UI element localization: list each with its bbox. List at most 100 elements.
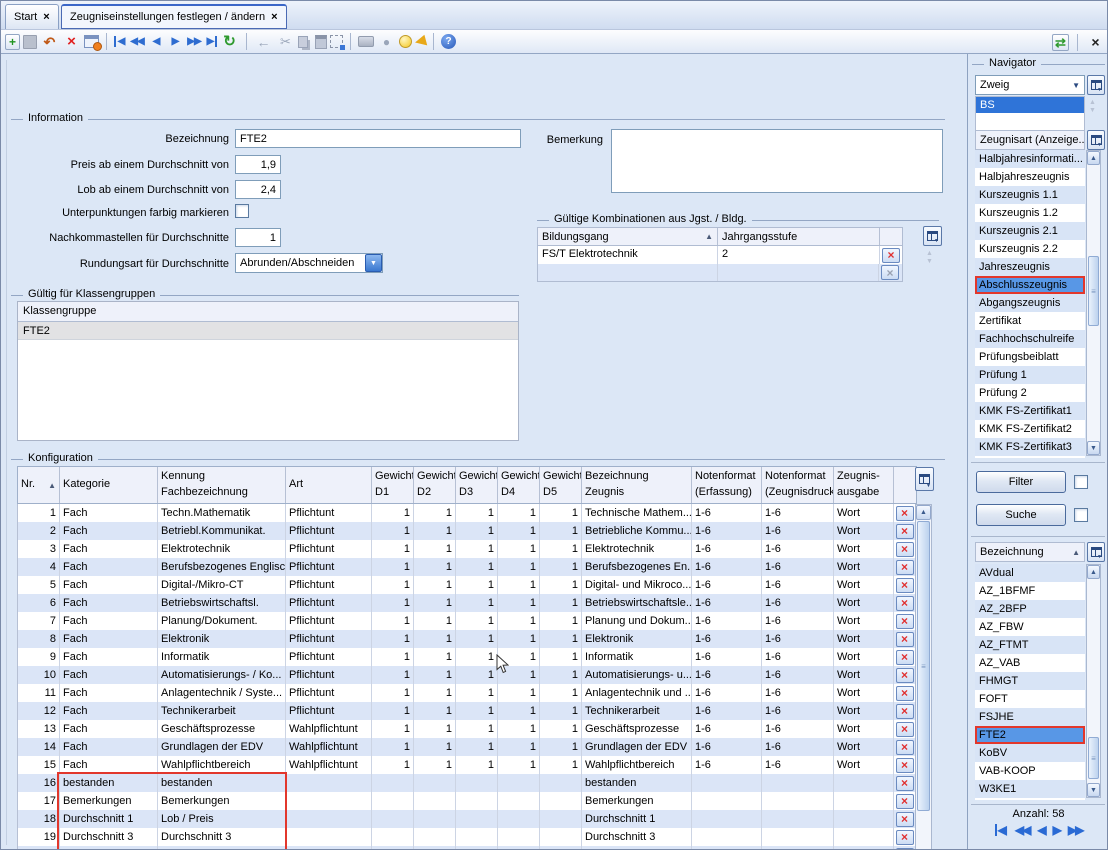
- kombinationen-scrollbar[interactable]: ▲▼: [926, 250, 933, 265]
- delete-row-button[interactable]: ×: [896, 794, 914, 809]
- column-header-bildungsgang[interactable]: Bildungsgang▲: [538, 228, 718, 245]
- scrollbar-thumb[interactable]: ≡: [1088, 256, 1099, 326]
- tab-start[interactable]: Start ×: [5, 4, 59, 29]
- scrollbar-thumb[interactable]: ≡: [917, 521, 930, 811]
- nav-last-icon[interactable]: ▶: [205, 36, 217, 47]
- konfiguration-row[interactable]: 14FachGrundlagen der EDVWahlpflichtunt11…: [18, 738, 916, 756]
- notify-icon[interactable]: [414, 35, 427, 48]
- scroll-down-button[interactable]: ▼: [1087, 441, 1100, 455]
- konfiguration-row[interactable]: 3FachElektrotechnikPflichtunt11111Elektr…: [18, 540, 916, 558]
- konfiguration-column-header[interactable]: Nr.▲: [18, 467, 60, 503]
- bezeichnung-list-header[interactable]: Bezeichnung ▲: [975, 542, 1085, 562]
- delete-row-button[interactable]: ×: [896, 614, 914, 629]
- delete-row-button[interactable]: ×: [896, 740, 914, 755]
- zweig-item-selected[interactable]: BS: [976, 97, 1084, 113]
- zeugnisart-item[interactable]: KMK FS-Zertifikat1: [975, 402, 1085, 420]
- nav-next-fast-icon[interactable]: ▶▶: [186, 33, 202, 51]
- bezeichnung-item[interactable]: W3KE1: [975, 780, 1085, 798]
- delete-record-icon[interactable]: ×: [62, 33, 81, 51]
- scroll-up-button[interactable]: ▲: [1087, 151, 1100, 165]
- zeugnisart-item[interactable]: Prüfung 2: [975, 384, 1085, 402]
- column-header-jahrgangsstufe[interactable]: Jahrgangsstufe: [718, 228, 880, 245]
- pager-prev-fast-icon[interactable]: ◀◀: [1015, 824, 1029, 836]
- zeugnisart-item[interactable]: Abschlusszeugnis: [975, 276, 1085, 294]
- switch-view-icon[interactable]: ⇄: [1052, 34, 1069, 51]
- chevron-down-icon[interactable]: ▼: [365, 254, 382, 272]
- konfiguration-column-header[interactable]: Gewicht D3: [456, 467, 498, 503]
- nav-prev-icon[interactable]: ◀: [148, 33, 164, 51]
- pager-first-icon[interactable]: ◀: [995, 824, 1007, 836]
- bezeichnung-scrollbar[interactable]: ▲ ≡ ▼: [1086, 564, 1101, 798]
- help-icon[interactable]: ?: [441, 34, 456, 49]
- delete-row-button[interactable]: ×: [896, 506, 914, 521]
- zeugnisart-header[interactable]: Zeugnisart (Anzeige...: [975, 130, 1085, 150]
- zeugnisart-item[interactable]: Kurszeugnis 2.1: [975, 222, 1085, 240]
- konfiguration-row[interactable]: 11FachAnlagentechnik / Syste...Pflichtun…: [18, 684, 916, 702]
- zweig-scrollbar[interactable]: ▲▼: [1089, 99, 1096, 114]
- konfiguration-row[interactable]: 10FachAutomatisierungs- / Ko...Pflichtun…: [18, 666, 916, 684]
- bezeichnung-item[interactable]: FHMGT: [975, 672, 1085, 690]
- scroll-down-icon[interactable]: ▼: [926, 258, 933, 265]
- pager-next-fast-icon[interactable]: ▶▶: [1068, 824, 1082, 836]
- zweig-select[interactable]: Zweig ▼: [975, 75, 1085, 95]
- scroll-up-button[interactable]: ▲: [1087, 565, 1100, 579]
- konfiguration-column-header[interactable]: Notenformat (Zeugnisdruck): [762, 467, 834, 503]
- bezeichnung-item[interactable]: AZ_2BFP: [975, 600, 1085, 618]
- nav-prev-fast-icon[interactable]: ◀◀: [129, 33, 145, 51]
- zeugnisart-item[interactable]: Fachhochschulreife: [975, 330, 1085, 348]
- suche-checkbox[interactable]: [1074, 508, 1088, 522]
- zeugnisart-item[interactable]: Halbjahresinformati...: [975, 150, 1085, 168]
- refresh-icon[interactable]: ↻: [220, 33, 239, 51]
- konfiguration-column-header[interactable]: Kennung Fachbezeichnung: [158, 467, 286, 503]
- bezeichnung-item[interactable]: AZ_VAB: [975, 654, 1085, 672]
- hint-icon[interactable]: [399, 35, 412, 48]
- column-header-klassengruppe[interactable]: Klassengruppe: [18, 302, 518, 322]
- scroll-down-button[interactable]: ▼: [1087, 783, 1100, 797]
- delete-row-button[interactable]: ×: [896, 722, 914, 737]
- delete-row-button[interactable]: ×: [896, 812, 914, 827]
- column-options-button[interactable]: [915, 467, 934, 491]
- konfiguration-scrollbar[interactable]: ▲ ≡ ▼: [915, 504, 932, 850]
- delete-row-button[interactable]: ×: [896, 542, 914, 557]
- klassengruppe-row[interactable]: FTE2: [18, 322, 518, 340]
- delete-row-button[interactable]: ×: [896, 776, 914, 791]
- scrollbar-thumb[interactable]: ≡: [1088, 737, 1099, 779]
- konfiguration-row[interactable]: 9FachInformatikPflichtunt11111Informatik…: [18, 648, 916, 666]
- pager-prev-icon[interactable]: ◀: [1037, 824, 1044, 836]
- bezeichnung-item[interactable]: FOFT: [975, 690, 1085, 708]
- konfiguration-row[interactable]: 7FachPlanung/Dokument.Pflichtunt11111Pla…: [18, 612, 916, 630]
- bemerkung-textarea[interactable]: [611, 129, 943, 193]
- column-options-button[interactable]: [1087, 75, 1105, 95]
- konfiguration-row[interactable]: 19Durchschnitt 3Durchschnitt 3Durchschni…: [18, 828, 916, 846]
- konfiguration-column-header[interactable]: Art: [286, 467, 372, 503]
- konfiguration-row[interactable]: 17BemerkungenBemerkungenBemerkungen×: [18, 792, 916, 810]
- delete-row-button[interactable]: ×: [896, 668, 914, 683]
- delete-row-button[interactable]: ×: [896, 758, 914, 773]
- select-frame-icon[interactable]: [330, 35, 343, 48]
- delete-row-button[interactable]: ×: [896, 830, 914, 845]
- nav-first-icon[interactable]: ◀: [114, 36, 126, 47]
- konfiguration-column-header[interactable]: Bezeichnung Zeugnis: [582, 467, 692, 503]
- bezeichnung-item[interactable]: VAB-KOOP: [975, 762, 1085, 780]
- delete-row-button[interactable]: ×: [896, 578, 914, 593]
- kombination-row[interactable]: FS/T Elektrotechnik 2 ×: [537, 246, 903, 264]
- nachkommastellen-input[interactable]: [235, 228, 281, 247]
- konfiguration-row[interactable]: 15FachWahlpflichtbereichWahlpflichtunt11…: [18, 756, 916, 774]
- konfiguration-row[interactable]: 18Durchschnitt 1Lob / PreisDurchschnitt …: [18, 810, 916, 828]
- column-options-button[interactable]: [923, 226, 942, 246]
- konfiguration-row[interactable]: 13FachGeschäftsprozesseWahlpflichtunt111…: [18, 720, 916, 738]
- scroll-up-icon[interactable]: ▲: [1089, 99, 1096, 106]
- zeugnisart-scrollbar[interactable]: ▲ ≡ ▼: [1086, 150, 1101, 456]
- unterpunktungen-checkbox[interactable]: [235, 204, 249, 218]
- tab-close-icon[interactable]: ×: [271, 11, 277, 23]
- nav-next-icon[interactable]: ▶: [167, 33, 183, 51]
- close-pane-icon[interactable]: ×: [1086, 33, 1105, 51]
- delete-row-button[interactable]: ×: [882, 248, 900, 263]
- undo-icon[interactable]: ↶: [40, 33, 59, 51]
- zeugnisart-item[interactable]: Kurszeugnis 2.2: [975, 240, 1085, 258]
- konfiguration-column-header[interactable]: Kategorie: [60, 467, 158, 503]
- new-record-icon[interactable]: +: [5, 34, 20, 50]
- konfiguration-row[interactable]: 8FachElektronikPflichtunt11111Elektronik…: [18, 630, 916, 648]
- column-options-button[interactable]: [1087, 542, 1105, 562]
- bezeichnung-item[interactable]: KoBV: [975, 744, 1085, 762]
